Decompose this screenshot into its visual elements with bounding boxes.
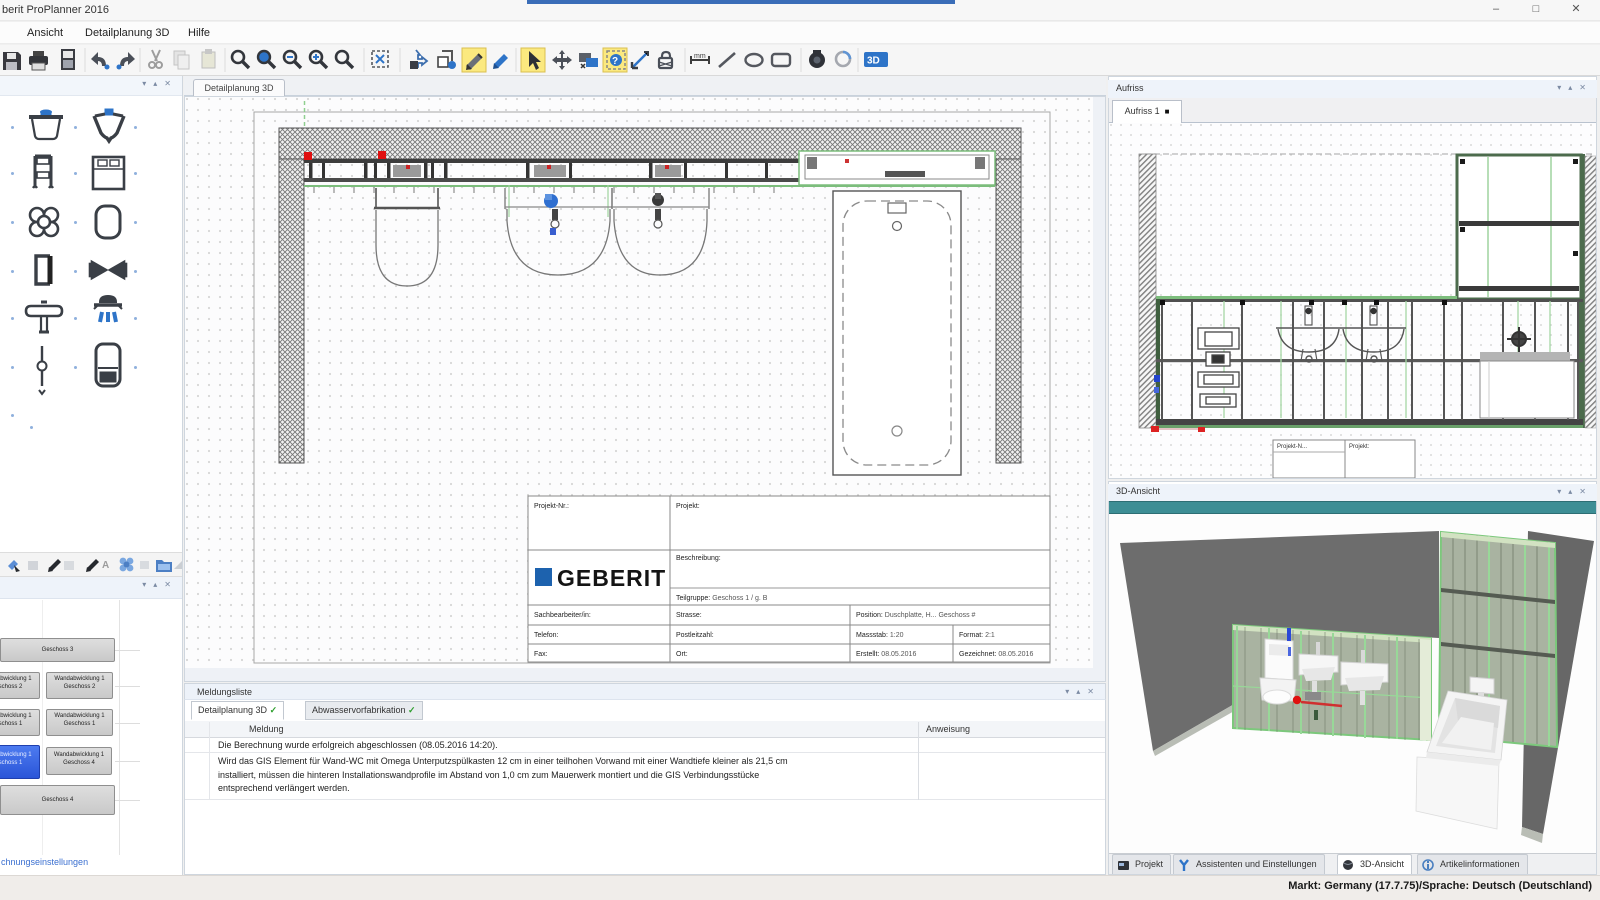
svg-text:Beschreibung:: Beschreibung: xyxy=(676,555,721,562)
svg-text:Projekt:: Projekt: xyxy=(676,503,700,510)
svg-text:Fax:: Fax: xyxy=(534,651,548,658)
svg-text:?: ? xyxy=(612,56,618,67)
svg-text:3D: 3D xyxy=(867,56,880,67)
svg-text:Ort:: Ort: xyxy=(676,651,688,658)
svg-text:Projekt:: Projekt: xyxy=(1349,444,1370,450)
svg-text:Postleitzahl:: Postleitzahl: xyxy=(676,632,714,639)
svg-text:Sachbearbeiter/in:: Sachbearbeiter/in: xyxy=(534,612,591,619)
svg-text:Position: Duschplatte, H... Ge: Position: Duschplatte, H... Geschoss # xyxy=(856,612,976,619)
svg-text:Projekt-Nr.:: Projekt-Nr.: xyxy=(534,503,569,510)
svg-text:Massstab: 1:20: Massstab: 1:20 xyxy=(856,632,904,639)
svg-text:Projekt-N...: Projekt-N... xyxy=(1277,444,1307,450)
svg-text:Teilgruppe: Geschoss 1 / g. B: Teilgruppe: Geschoss 1 / g. B xyxy=(676,595,768,602)
svg-text:Gezeichnet: 08.05.2016: Gezeichnet: 08.05.2016 xyxy=(959,651,1033,658)
svg-text:A: A xyxy=(102,560,109,571)
svg-text:mm: mm xyxy=(694,53,706,60)
svg-text:GEBERIT: GEBERIT xyxy=(557,565,666,591)
svg-text:Format: 2:1: Format: 2:1 xyxy=(959,632,995,639)
svg-text:Telefon:: Telefon: xyxy=(534,632,559,639)
svg-text:Strasse:: Strasse: xyxy=(676,612,702,619)
svg-text:Erstellt: 08.05.2016: Erstellt: 08.05.2016 xyxy=(856,651,916,658)
